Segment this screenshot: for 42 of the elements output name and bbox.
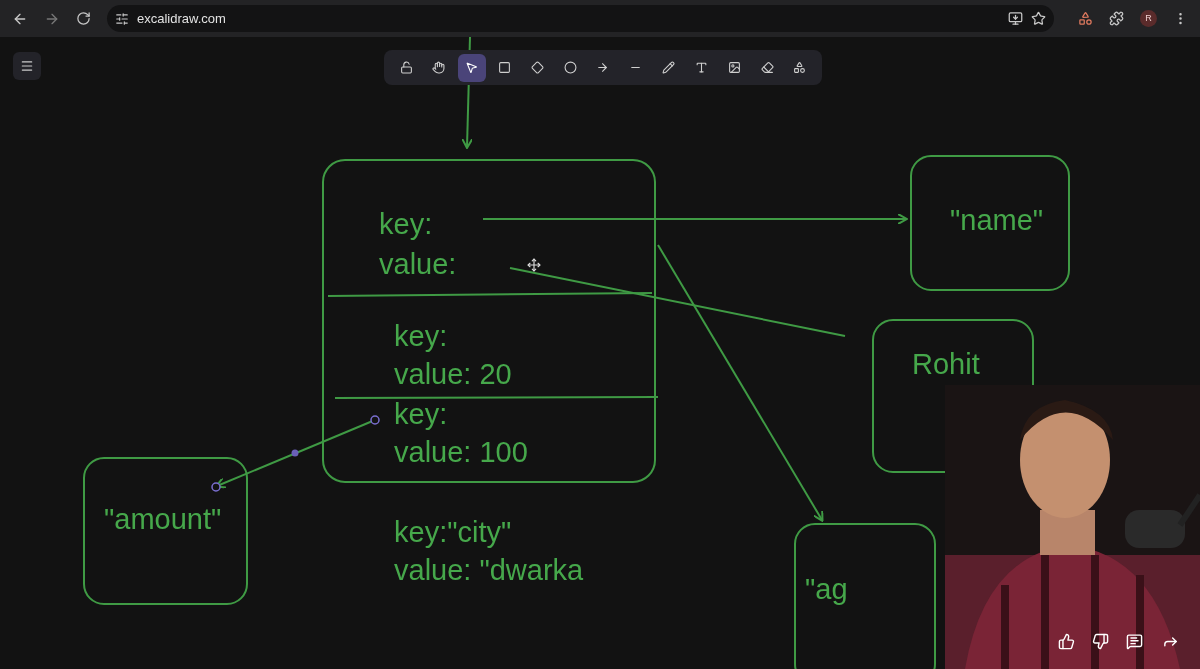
selection-handle[interactable] bbox=[211, 482, 221, 492]
site-settings-icon[interactable] bbox=[115, 11, 129, 26]
shapes-icon bbox=[793, 61, 807, 74]
bookmark-icon[interactable] bbox=[1031, 11, 1046, 26]
canvas-text: value: bbox=[379, 250, 457, 279]
thumbs-up-icon[interactable] bbox=[1058, 633, 1075, 650]
canvas-text: key: bbox=[394, 400, 448, 429]
selection-handle[interactable] bbox=[291, 449, 299, 457]
canvas-text: key:"city" bbox=[394, 518, 512, 547]
canvas-text: "ag bbox=[805, 575, 848, 604]
text-icon bbox=[694, 61, 708, 74]
pointer-icon bbox=[465, 61, 479, 74]
comment-icon[interactable] bbox=[1126, 633, 1143, 650]
profile-avatar[interactable]: R bbox=[1140, 10, 1157, 27]
install-icon[interactable] bbox=[1008, 11, 1023, 26]
diamond-icon bbox=[530, 61, 544, 74]
hand-icon bbox=[432, 61, 446, 74]
tool-button[interactable] bbox=[457, 53, 486, 82]
extensions-icon[interactable] bbox=[1109, 11, 1124, 26]
url-text: excalidraw.com bbox=[137, 9, 226, 28]
canvas-text: "name" bbox=[950, 206, 1044, 235]
arrow-icon bbox=[596, 61, 610, 74]
canvas-text: value: 100 bbox=[394, 438, 528, 467]
canvas-text: "amount" bbox=[104, 505, 222, 534]
unlock-icon bbox=[399, 61, 413, 74]
image-icon bbox=[727, 61, 741, 74]
move-cursor-icon bbox=[527, 258, 541, 272]
canvas-text: Rohit bbox=[912, 350, 980, 379]
canvas-text: key: bbox=[394, 322, 448, 351]
main-menu-button[interactable] bbox=[13, 52, 41, 80]
canvas-text: value: 20 bbox=[394, 360, 512, 389]
canvas-text: key: bbox=[379, 210, 433, 239]
pencil-icon bbox=[662, 61, 676, 74]
canvas-text: value: "dwarka bbox=[394, 556, 584, 585]
rectangle-icon bbox=[498, 61, 511, 74]
menu-icon bbox=[20, 59, 34, 73]
eraser-icon bbox=[760, 61, 774, 74]
reload-icon[interactable] bbox=[76, 11, 91, 26]
thumbs-down-icon[interactable] bbox=[1092, 633, 1109, 650]
address-bar[interactable]: excalidraw.com bbox=[107, 5, 1054, 32]
circle-icon bbox=[563, 61, 577, 74]
selection-handle[interactable] bbox=[370, 415, 380, 425]
